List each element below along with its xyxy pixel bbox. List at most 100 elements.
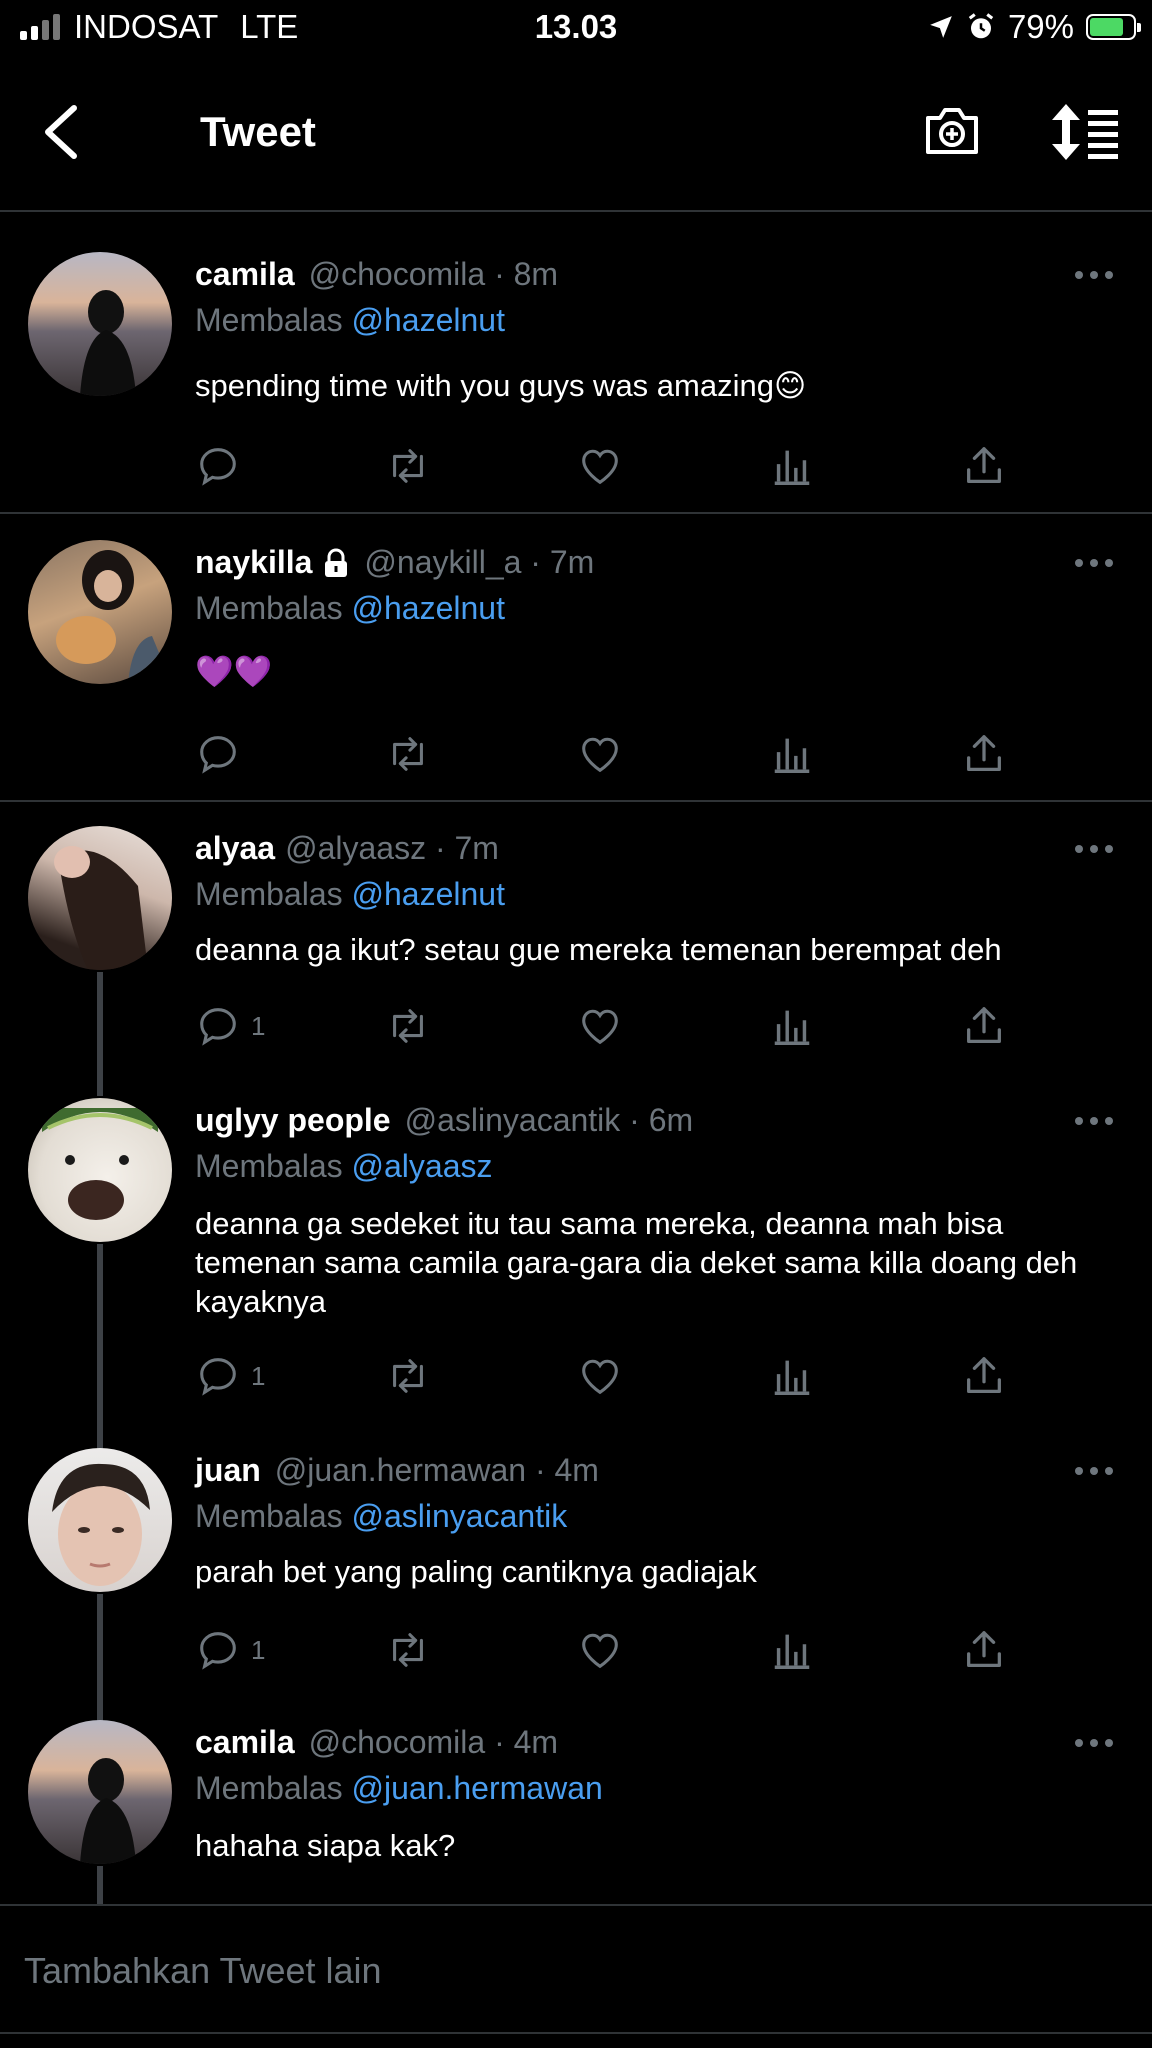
author-handle: @chocomila · 4m [308,1724,559,1760]
reply-button[interactable]: 1 [195,1002,265,1050]
sort-list-icon[interactable] [1048,102,1120,162]
tweet-header: camila @chocomila · 8m [195,256,558,293]
avatar[interactable] [28,252,172,396]
share-icon [967,1007,1001,1043]
retweet-button[interactable] [385,1626,431,1674]
retweet-button[interactable] [385,730,431,778]
mention-link[interactable]: @hazelnut [352,590,505,626]
reply-to-label: Membalas @hazelnut [195,876,505,913]
reply-to-label: Membalas @hazelnut [195,590,505,627]
compose-bar[interactable]: Tambahkan Tweet lain [0,1904,1152,2034]
author-name[interactable]: juan [195,1452,261,1489]
mention-link[interactable]: @hazelnut [352,876,505,912]
chevron-left-icon[interactable] [38,102,88,162]
retweet-icon [393,737,423,771]
mention-link[interactable]: @aslinyacantik [352,1498,568,1534]
tweet-actions [195,442,1075,490]
avatar-figure [56,550,172,684]
divider [0,800,1152,802]
header-bar: Tweet [0,58,1152,212]
reply-button[interactable]: 1 [195,1352,265,1400]
share-button[interactable] [961,1002,1007,1050]
share-icon [967,735,1001,771]
tweet-text: deanna ga ikut? setau gue mereka temenan… [195,932,1002,967]
location-arrow-icon [930,16,952,38]
retweet-button[interactable] [385,1002,431,1050]
tweet-header: alyaa @alyaasz · 7m [195,830,499,867]
avatar-figure [42,1108,158,1220]
avatar[interactable] [28,1448,172,1592]
compose-input[interactable]: Tambahkan Tweet lain [24,1950,382,1992]
analytics-icon [774,1360,810,1395]
reply-button[interactable]: 1 [195,1626,265,1674]
author-name[interactable]: naykilla [195,544,312,581]
avatar[interactable] [28,1098,172,1242]
thread-line [97,1866,103,1906]
tweet-text: hahaha siapa kak? [195,1828,456,1863]
reply-button[interactable] [195,442,251,490]
retweet-button[interactable] [385,442,431,490]
more-icon[interactable] [1074,1116,1114,1126]
tweet-text: parah bet yang paling cantiknya gadiajak [195,1554,757,1589]
status-right: 79% [928,8,1141,46]
share-button[interactable] [961,442,1007,490]
reply-button[interactable] [195,730,251,778]
more-icon[interactable] [1074,1466,1114,1476]
share-icon [967,1631,1001,1667]
mention-link[interactable]: @juan.hermawan [352,1770,603,1806]
camera-add-icon[interactable] [920,98,984,162]
author-handle: @aslinyacantik · 6m [404,1102,694,1138]
analytics-icon [774,1634,810,1669]
reply-to-label: Membalas @hazelnut [195,302,505,339]
reply-to-label: Membalas @alyaasz [195,1148,492,1185]
author-handle: @chocomila · 8m [308,256,559,292]
more-icon[interactable] [1074,270,1114,280]
retweet-icon [393,1009,423,1043]
author-handle: @juan.hermawan · 4m [274,1452,599,1488]
heart-icon [582,449,618,485]
avatar-figure [52,1463,150,1586]
more-icon[interactable] [1074,1738,1114,1748]
like-button[interactable] [577,730,623,778]
divider [0,512,1152,514]
avatar[interactable] [28,540,172,684]
share-button[interactable] [961,1626,1007,1674]
like-button[interactable] [577,1002,623,1050]
analytics-icon [774,738,810,773]
retweet-icon [393,1633,423,1667]
author-name[interactable]: uglyy people [195,1102,391,1139]
reply-prefix: Membalas [195,1498,343,1534]
analytics-button[interactable] [769,442,815,490]
share-button[interactable] [961,1352,1007,1400]
author-name[interactable]: camila [195,256,295,293]
reply-prefix: Membalas [195,1148,343,1184]
more-icon[interactable] [1074,558,1114,568]
reply-icon [200,1358,236,1396]
like-button[interactable] [577,1352,623,1400]
mention-link[interactable]: @alyaasz [352,1148,493,1184]
share-button[interactable] [961,730,1007,778]
avatar[interactable] [28,826,172,970]
battery-percent: 79% [1007,8,1074,45]
reply-prefix: Membalas [195,590,343,626]
mention-link[interactable]: @hazelnut [352,302,505,338]
thread-line [97,1594,103,1724]
analytics-button[interactable] [769,1002,815,1050]
reply-icon [200,736,236,774]
avatar[interactable] [28,1720,172,1864]
analytics-button[interactable] [769,1626,815,1674]
like-button[interactable] [577,442,623,490]
share-icon [967,1357,1001,1393]
reply-icon [200,1008,236,1046]
author-name[interactable]: camila [195,1724,295,1761]
analytics-button[interactable] [769,1352,815,1400]
reply-to-label: Membalas @juan.hermawan [195,1770,603,1807]
tweet-actions: 1 [195,1352,1075,1400]
reply-to-label: Membalas @aslinyacantik [195,1498,567,1535]
like-button[interactable] [577,1626,623,1674]
analytics-button[interactable] [769,730,815,778]
more-icon[interactable] [1074,844,1114,854]
thread-line [97,1244,103,1450]
author-name[interactable]: alyaa [195,830,275,867]
retweet-button[interactable] [385,1352,431,1400]
